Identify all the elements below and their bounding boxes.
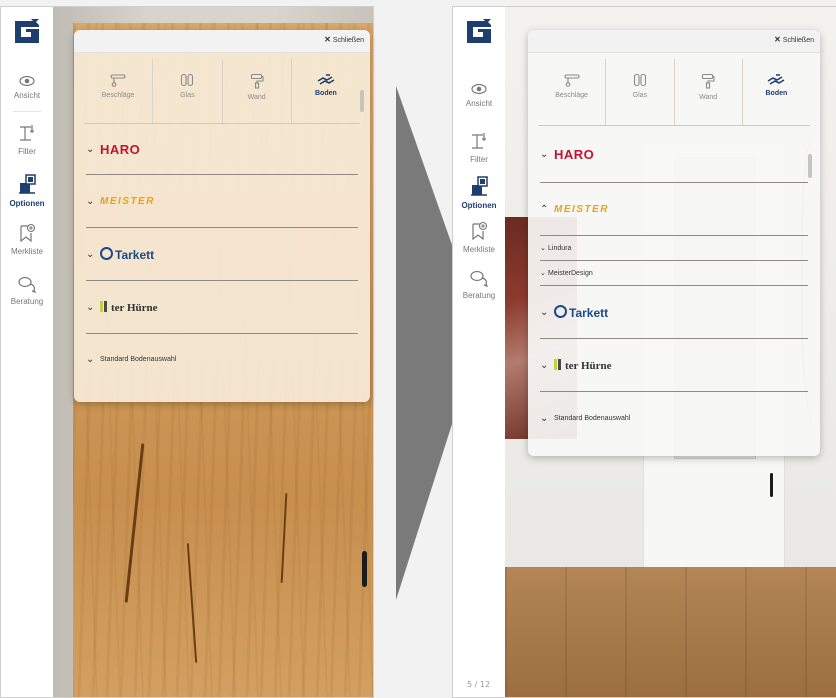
subitem-label: Lindura (548, 244, 572, 252)
options-panel-after: ✕ Schließen Beschläge Glas Wand Boden ⌄ H… (528, 30, 820, 456)
rail-label: Optionen (461, 201, 497, 210)
brand-meister-expanded[interactable]: ⌃ MEISTER (540, 183, 808, 236)
chevron-down-icon: ⌄ (540, 359, 549, 371)
options-icon (471, 176, 488, 196)
subitem-label: MeisterDesign (548, 269, 593, 277)
tab-boden[interactable]: Boden (741, 59, 810, 125)
panel-tabs: Beschläge Glas Wand Boden (538, 59, 810, 126)
rail-item-filter[interactable]: Filter (453, 131, 505, 164)
panel-scrollbar[interactable] (808, 154, 812, 178)
chevron-down-icon: ⌄ (540, 148, 549, 160)
chevron-down-icon: ⌄ (540, 306, 549, 318)
door-handle (770, 473, 773, 497)
tab-glas[interactable]: Glas (605, 59, 673, 125)
chevron-down-icon: ⌄ (540, 245, 546, 252)
tarkett-label: Tarkett (569, 305, 609, 320)
subitem-lindura[interactable]: ⌄ Lindura (540, 236, 808, 261)
rail-item-optionen[interactable]: Optionen (453, 175, 505, 210)
rail-item-ansicht[interactable]: Ansicht (453, 83, 505, 108)
rail-label: Ansicht (465, 99, 493, 108)
tab-label: Boden (765, 90, 788, 97)
chevron-down-icon: ⌄ (540, 270, 546, 277)
wood-floor (505, 567, 836, 697)
side-rail: Ansicht Filter Optionen Merkliste Beratu… (453, 7, 505, 697)
ter-huerne-label: ter Hürne (565, 359, 612, 372)
rail-label: Beratung (462, 291, 496, 300)
tarkett-logo: Tarkett (554, 304, 609, 320)
panel-header: ✕ Schließen (528, 30, 820, 53)
rail-item-beratung[interactable]: Beratung (453, 269, 505, 300)
bookmark-add-icon (472, 221, 488, 241)
tab-label: Beschläge (555, 92, 588, 99)
meister-logo: MEISTER (554, 203, 609, 215)
chevron-up-icon: ⌃ (540, 203, 549, 215)
haro-logo: HARO (554, 146, 595, 162)
tab-beschlaege[interactable]: Beschläge (538, 59, 605, 125)
rail-label: Filter (470, 155, 488, 164)
chevron-down-icon: ⌄ (540, 412, 549, 424)
floor-icon (767, 74, 785, 85)
tab-wand[interactable]: Wand (673, 59, 742, 125)
brand-tarkett[interactable]: ⌄ Tarkett (540, 286, 808, 339)
rail-label: Merkliste (462, 245, 495, 254)
close-icon: ✕ (774, 35, 781, 44)
glass-icon (633, 73, 646, 87)
ter-huerne-logo: ter Hürne (554, 358, 612, 372)
rail-item-merkliste[interactable]: Merkliste (453, 221, 505, 254)
brand-standard[interactable]: ⌄ Standard Bodenauswahl (540, 392, 808, 444)
filter-icon (472, 133, 486, 149)
paint-roller-icon (702, 73, 715, 89)
brand-ter-huerne[interactable]: ⌄ ter Hürne (540, 339, 808, 392)
app-logo (467, 19, 491, 43)
eye-icon (471, 83, 487, 95)
close-label: Schließen (782, 37, 814, 44)
fitting-icon (564, 74, 580, 87)
tab-label: Glas (632, 92, 648, 99)
brand-haro[interactable]: ⌄ HARO (540, 126, 808, 183)
chat-icon (470, 270, 489, 287)
tab-label: Wand (699, 94, 718, 101)
subitem-meisterdesign[interactable]: ⌄ MeisterDesign (540, 261, 808, 286)
page-indicator: 5 / 12 (467, 680, 491, 689)
close-button[interactable]: ✕ Schließen (774, 35, 814, 44)
standard-label: Standard Bodenauswahl (554, 414, 631, 422)
